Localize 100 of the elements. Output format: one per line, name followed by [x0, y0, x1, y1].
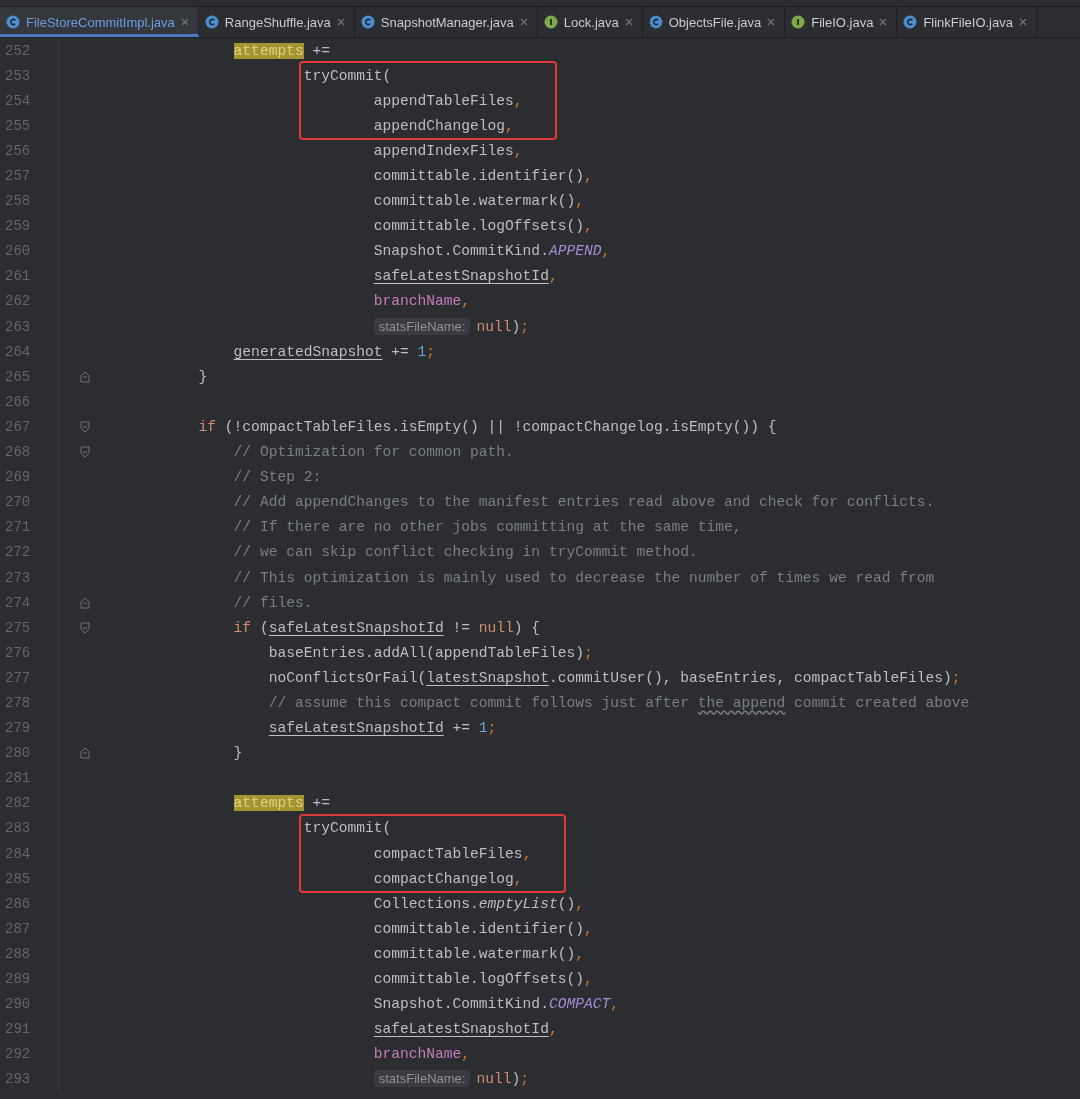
code-line: } — [198, 368, 208, 385]
close-icon[interactable] — [336, 18, 345, 26]
line-number: 279 — [4, 720, 32, 737]
code-comment: // If there are no other jobs committing at the same time, — [233, 519, 742, 536]
fold-end-icon[interactable] — [80, 747, 90, 760]
line-number: 274 — [4, 594, 32, 611]
file-tab[interactable]: FileStoreCommitImpl.java — [0, 7, 199, 37]
code-line: statsFileName: null); — [373, 318, 529, 335]
file-tab[interactable]: SnapshotManager.java — [354, 7, 538, 37]
close-icon[interactable] — [519, 18, 528, 26]
fold-start-icon[interactable] — [80, 621, 90, 634]
line-number: 263 — [4, 318, 32, 335]
interface-icon — [543, 15, 558, 29]
code-line: compactChangelog, — [373, 870, 523, 887]
code-comment: // This optimization is mainly used to decrease the number of times we read from — [233, 569, 935, 586]
code-line: committable.watermark(), — [373, 945, 584, 962]
line-number: 269 — [4, 469, 32, 486]
code-line: compactTableFiles, — [373, 845, 532, 862]
line-number: 292 — [4, 1046, 32, 1063]
close-icon[interactable] — [879, 18, 888, 26]
code-line: baseEntries.addAll(appendTableFiles); — [268, 644, 593, 661]
file-tab[interactable]: Lock.java — [537, 7, 643, 37]
code-line: generatedSnapshot += 1; — [233, 343, 436, 360]
close-icon[interactable] — [767, 18, 776, 26]
class-icon — [903, 15, 918, 29]
code-line: branchName, — [373, 1046, 471, 1063]
code-comment: // Optimization for common path. — [233, 444, 514, 461]
fold-start-icon[interactable] — [80, 446, 90, 459]
code-line: appendChangelog, — [373, 117, 514, 134]
line-number: 286 — [4, 895, 32, 912]
class-icon — [6, 15, 20, 29]
file-tab[interactable]: FileIO.java — [785, 7, 898, 37]
fold-end-icon[interactable] — [80, 370, 90, 383]
line-number: 257 — [4, 168, 32, 184]
class-icon — [360, 15, 375, 29]
line-number: 256 — [4, 142, 32, 159]
line-number: 258 — [4, 193, 32, 210]
code-comment: // we can skip conflict checking in tryCommit method. — [233, 544, 698, 561]
line-number: 252 — [4, 42, 32, 59]
close-icon[interactable] — [624, 18, 633, 26]
line-number: 276 — [4, 644, 32, 661]
code-comment: // files. — [233, 594, 313, 611]
fold-start-icon[interactable] — [80, 420, 90, 433]
code-line: tryCommit( — [303, 67, 392, 84]
close-icon[interactable] — [1018, 18, 1027, 26]
line-number: 284 — [4, 845, 32, 862]
abstract-class-icon — [648, 15, 663, 29]
line-number: 270 — [4, 494, 32, 511]
line-number: 268 — [4, 444, 32, 461]
line-number: 285 — [4, 870, 32, 887]
line-number: 254 — [4, 92, 32, 109]
code-line: appendTableFiles, — [373, 92, 523, 109]
code-line: committable.logOffsets(), — [373, 971, 593, 987]
code-line: committable.identifier(), — [373, 920, 593, 937]
line-number: 291 — [4, 1021, 32, 1038]
line-number: 253 — [4, 67, 32, 84]
line-number: 281 — [4, 770, 32, 787]
code-line: committable.logOffsets(), — [373, 218, 593, 235]
line-number: 265 — [4, 368, 32, 385]
line-number: 275 — [4, 619, 32, 636]
file-tab[interactable]: FlinkFileIO.java — [897, 7, 1037, 37]
file-tab[interactable]: RangeShuffle.java — [198, 7, 355, 37]
code-line: safeLatestSnapshotId, — [373, 1021, 558, 1038]
close-icon[interactable] — [180, 18, 189, 26]
code-line: tryCommit( — [303, 820, 392, 837]
code-line: noConflictsOrFail(latestSnapshot.commitUser(), baseEntries, compactTableFiles); — [268, 669, 961, 686]
file-tab[interactable]: ObjectsFile.java — [642, 7, 786, 37]
interface-icon — [791, 15, 806, 29]
code-line: branchName, — [373, 293, 471, 310]
line-number: 280 — [4, 745, 32, 762]
line-number: 267 — [4, 418, 32, 435]
code-line: appendIndexFiles, — [373, 142, 523, 159]
line-number: 278 — [4, 695, 32, 711]
code-line: attempts += — [233, 42, 330, 59]
line-number: 290 — [4, 996, 32, 1013]
code-line: statsFileName: null); — [373, 1071, 529, 1088]
fold-end-icon[interactable] — [80, 596, 90, 609]
code-line: if (!compactTableFiles.isEmpty() || !compactChangelog.isEmpty()) { — [198, 418, 777, 435]
class-icon — [204, 15, 219, 29]
code-line: committable.identifier(), — [373, 168, 593, 184]
code-line: Snapshot.CommitKind.APPEND, — [373, 243, 611, 260]
code-line: if (safeLatestSnapshotId != null) { — [233, 619, 541, 636]
code-line: } — [233, 745, 243, 762]
line-number: 282 — [4, 795, 32, 812]
code-line: Snapshot.CommitKind.COMPACT, — [373, 996, 619, 1013]
code-line: attempts += — [233, 795, 330, 812]
line-number: 266 — [4, 393, 32, 410]
line-number: 264 — [4, 343, 32, 360]
line-number: 272 — [4, 544, 32, 561]
line-number: 293 — [4, 1071, 32, 1088]
line-number: 277 — [4, 669, 32, 686]
line-number: 255 — [4, 117, 32, 134]
code-line: safeLatestSnapshotId, — [373, 268, 558, 285]
code-line: Collections.emptyList(), — [373, 895, 584, 912]
line-number: 259 — [4, 218, 32, 235]
code-line: committable.watermark(), — [373, 193, 584, 210]
line-number: 273 — [4, 569, 32, 586]
code-comment: // Step 2: — [233, 469, 322, 486]
line-number: 260 — [4, 243, 32, 260]
line-number: 261 — [4, 268, 32, 285]
